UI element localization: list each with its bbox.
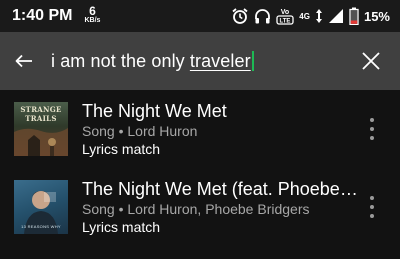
signal-icon — [328, 9, 343, 23]
svg-text:Vo: Vo — [281, 9, 289, 16]
album-art: 13 REASONS WHY — [14, 180, 68, 234]
network-type-label: 4G — [299, 11, 310, 21]
lyrics-match-label: Lyrics match — [82, 219, 161, 235]
network-speed-unit: KB/s — [84, 17, 101, 24]
clear-search-button[interactable] — [342, 32, 400, 90]
status-time: 1:40 PM — [12, 7, 73, 24]
close-icon — [362, 52, 380, 70]
more-options-button[interactable] — [362, 193, 382, 221]
search-query-prefix: i am not the only — [51, 50, 190, 71]
result-item[interactable]: STRANGE TRAILS The Night We Met Song • L… — [0, 90, 400, 168]
song-title: The Night We Met (feat. Phoebe Bridgers) — [82, 179, 358, 199]
volte-icon: Vo LTE — [276, 9, 294, 25]
headphones-icon — [255, 8, 271, 23]
svg-text:LTE: LTE — [280, 18, 291, 24]
status-bar: 1:40 PM 6 KB/s Vo LTE 4G 15% — [0, 0, 400, 32]
more-dot-icon — [370, 214, 374, 218]
more-dot-icon — [370, 127, 374, 131]
back-button[interactable] — [0, 32, 48, 90]
back-arrow-icon — [15, 54, 32, 68]
more-dot-icon — [370, 118, 374, 122]
network-speed: 6 KB/s — [84, 4, 101, 25]
search-query-underlined: traveler — [189, 50, 251, 71]
result-item[interactable]: 13 REASONS WHY The Night We Met (feat. P… — [0, 168, 400, 246]
status-icons: Vo LTE 4G 15% — [231, 7, 390, 25]
lyrics-match-label: Lyrics match — [82, 141, 161, 157]
song-subtitle: Song • Lord Huron — [82, 123, 198, 139]
network-speed-value: 6 — [89, 4, 96, 18]
more-dot-icon — [370, 136, 374, 140]
battery-percent: 15% — [363, 8, 390, 24]
more-options-button[interactable] — [362, 115, 382, 143]
album-art: STRANGE TRAILS — [14, 102, 68, 156]
result-info: The Night We Met (feat. Phoebe Bridgers)… — [82, 178, 400, 236]
search-input[interactable]: i am not the only traveler — [48, 50, 342, 72]
result-info: The Night We Met Song • Lord Huron Lyric… — [82, 100, 400, 158]
data-arrows-icon — [315, 9, 322, 23]
more-dot-icon — [370, 196, 374, 200]
search-bar: i am not the only traveler — [0, 32, 400, 90]
alarm-icon — [232, 8, 248, 24]
song-subtitle: Song • Lord Huron, Phoebe Bridgers — [82, 201, 310, 217]
more-dot-icon — [370, 205, 374, 209]
album-art-text: 13 REASONS WHY — [21, 224, 61, 229]
text-caret — [251, 50, 254, 71]
song-title: The Night We Met — [82, 101, 227, 121]
battery-icon — [349, 7, 359, 25]
search-results-list: STRANGE TRAILS The Night We Met Song • L… — [0, 90, 400, 246]
